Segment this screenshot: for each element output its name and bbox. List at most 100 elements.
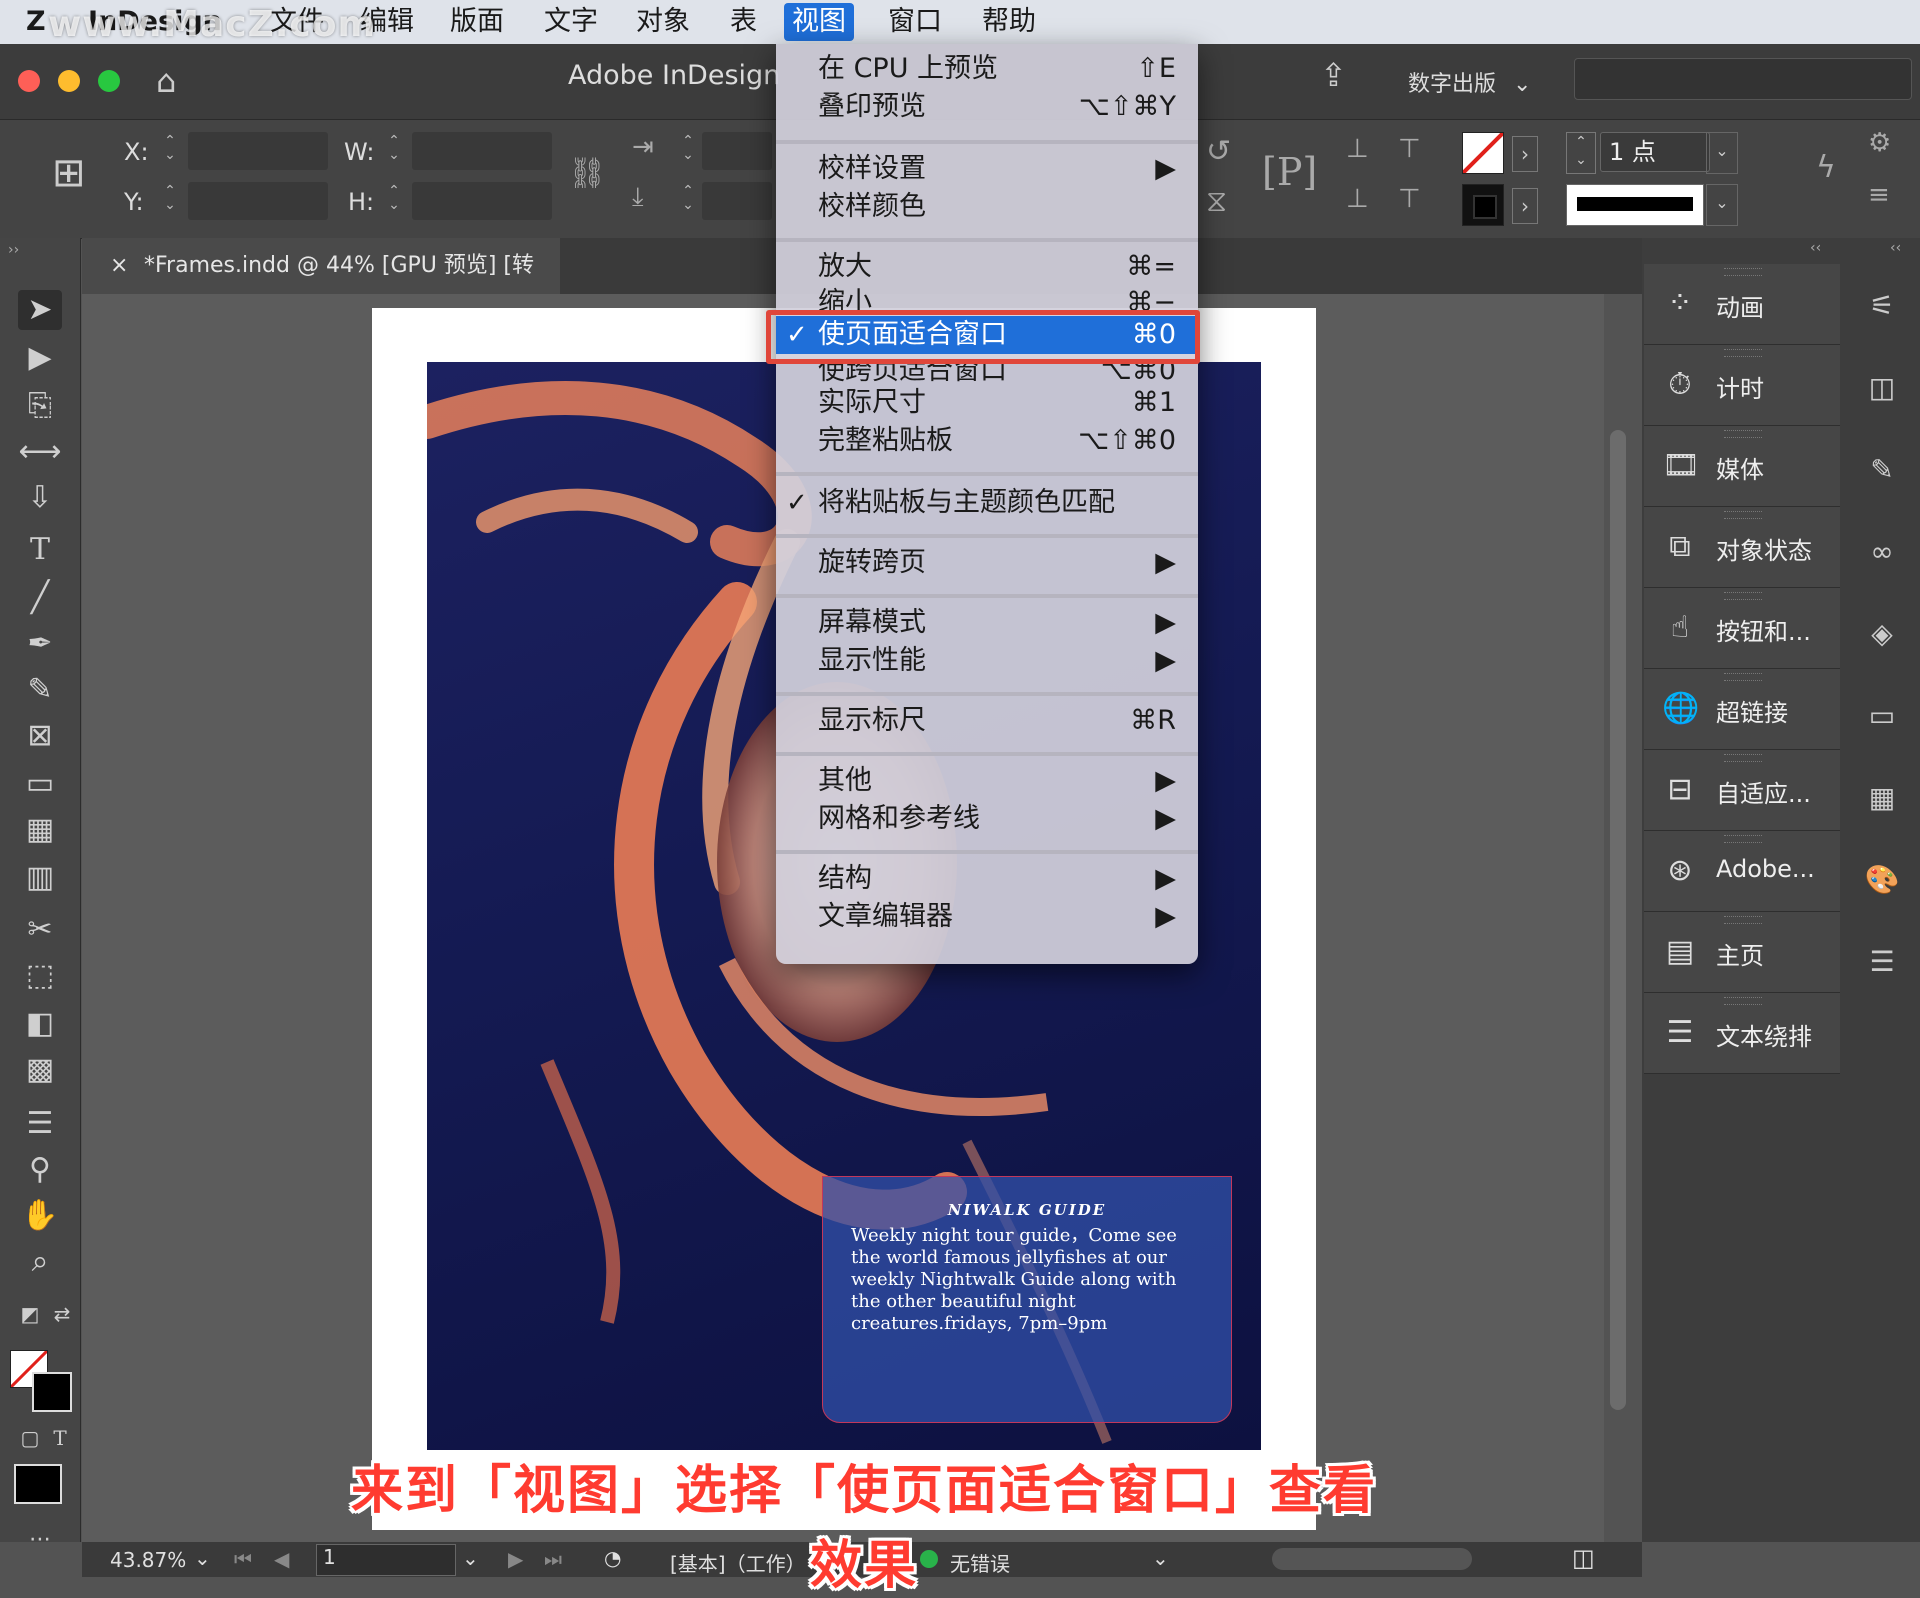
- rotate-icon[interactable]: ↺: [1206, 134, 1231, 169]
- libraries-icon[interactable]: ◫: [1862, 368, 1902, 408]
- lightning-icon[interactable]: ϟ: [1816, 150, 1836, 185]
- menu-item-cpu-preview[interactable]: 在 CPU 上预览 ⇧E: [776, 50, 1198, 88]
- h-field[interactable]: [412, 182, 552, 220]
- rectangle-frame-tool-icon[interactable]: ⊠: [18, 716, 62, 756]
- direct-selection-tool-icon[interactable]: ▶: [18, 338, 62, 378]
- layers-icon[interactable]: ◈: [1862, 614, 1902, 654]
- menu-item-actual-size[interactable]: 实际尺寸 ⌘1: [776, 384, 1198, 422]
- menu-view[interactable]: 视图: [784, 3, 854, 41]
- paragraph-style-icon[interactable]: [P]: [1262, 150, 1317, 194]
- panel-media[interactable]: 🎞 媒体: [1644, 426, 1840, 507]
- rectangle-tool-icon[interactable]: ▭: [18, 764, 62, 804]
- stroke-icon[interactable]: ☰: [1862, 942, 1902, 982]
- stroke-type-field[interactable]: [1566, 184, 1704, 226]
- fill-chevron-icon[interactable]: ›: [1512, 136, 1538, 172]
- zoom-dropdown-icon[interactable]: ⌄: [194, 1546, 211, 1570]
- workspace-switcher[interactable]: 数字出版 ⌄: [1408, 66, 1531, 98]
- select-content-icon[interactable]: ⊥: [1346, 184, 1369, 214]
- scale-x-field[interactable]: [702, 132, 772, 170]
- panel-timing[interactable]: ⏱ 计时: [1644, 345, 1840, 426]
- color-icon[interactable]: 🎨: [1862, 860, 1902, 900]
- menu-item-structure[interactable]: 结构 ▶: [776, 860, 1198, 898]
- menu-item-zoom-in[interactable]: 放大 ⌘=: [776, 248, 1198, 286]
- flip-icon[interactable]: ⧖: [1206, 184, 1227, 219]
- scale-y-field[interactable]: [702, 182, 772, 220]
- panel-grip[interactable]: [1724, 349, 1762, 357]
- gear-icon[interactable]: ⚙: [1868, 128, 1891, 158]
- zoom-tool-icon[interactable]: ⌕: [18, 1242, 62, 1282]
- y-field[interactable]: [188, 182, 328, 220]
- menu-object[interactable]: 对象: [628, 3, 698, 41]
- stroke-chevron-icon[interactable]: ›: [1512, 188, 1538, 224]
- gap-tool-icon[interactable]: ⟷: [18, 432, 62, 472]
- gradient-feather-tool-icon[interactable]: ▩: [18, 1050, 62, 1090]
- zoom-level[interactable]: 43.87%: [110, 1548, 186, 1572]
- close-tab-icon[interactable]: ×: [110, 238, 128, 294]
- collapse-panels-icon[interactable]: ‹‹: [1810, 240, 1821, 256]
- panel-grip[interactable]: [1724, 673, 1762, 681]
- search-field[interactable]: [1574, 58, 1912, 100]
- scissors-tool-icon[interactable]: ✂: [18, 910, 62, 950]
- panel-animation[interactable]: ⁘ 动画: [1644, 264, 1840, 345]
- h-stepper[interactable]: ⌃ ⌄: [384, 184, 404, 212]
- note-tool-icon[interactable]: ☰: [18, 1104, 62, 1144]
- w-field[interactable]: [412, 132, 552, 170]
- panel-grip[interactable]: [1724, 835, 1762, 843]
- menu-item-story-editor[interactable]: 文章编辑器 ▶: [776, 898, 1198, 936]
- menu-type[interactable]: 文字: [536, 3, 606, 41]
- panel-text-wrap[interactable]: ☰ 文本绕排: [1644, 993, 1840, 1074]
- panel-grip[interactable]: [1724, 511, 1762, 519]
- menu-item-show-rulers[interactable]: 显示标尺 ⌘R: [776, 702, 1198, 740]
- panel-menu-icon[interactable]: ≡: [1868, 180, 1890, 210]
- pen-tool-icon[interactable]: ✒: [18, 624, 62, 664]
- menu-item-rotate-spread[interactable]: 旋转跨页 ▶: [776, 544, 1198, 582]
- panel-grip[interactable]: [1724, 592, 1762, 600]
- menu-item-proof-colors[interactable]: 校样颜色: [776, 188, 1198, 226]
- panel-grip[interactable]: [1724, 268, 1762, 276]
- type-tool-icon[interactable]: T: [18, 530, 62, 570]
- page-tool-icon[interactable]: ⎘: [18, 386, 62, 426]
- menu-item-match-pasteboard-theme[interactable]: ✓ 将粘贴板与主题颜色匹配: [776, 484, 1198, 522]
- first-page-icon[interactable]: ⏮: [234, 1547, 252, 1571]
- panel-object-states[interactable]: ⧉ 对象状态: [1644, 507, 1840, 588]
- stroke-weight-dropdown[interactable]: ⌄: [1706, 132, 1738, 174]
- vertical-scrollbar[interactable]: [1610, 430, 1626, 1410]
- panel-hyperlinks[interactable]: 🌐 超链接: [1644, 669, 1840, 750]
- menu-item-zoom-out[interactable]: 缩小 ⌘−: [776, 284, 1198, 310]
- stroke-weight-field[interactable]: 1 点: [1600, 132, 1710, 172]
- more-tools-icon[interactable]: ⋯: [18, 1520, 62, 1560]
- split-view-icon[interactable]: ◫: [1572, 1544, 1595, 1572]
- zoom-window-button[interactable]: [98, 70, 120, 92]
- swap-colors-icon[interactable]: ⇄: [40, 1294, 84, 1334]
- share-icon[interactable]: ⇪: [1320, 56, 1347, 94]
- fill-swatch[interactable]: [1461, 131, 1505, 175]
- collapse-right-dock-icon[interactable]: ‹‹: [1890, 240, 1901, 256]
- reference-point-icon[interactable]: ⊞: [52, 150, 102, 200]
- free-transform-tool-icon[interactable]: ⬚: [18, 956, 62, 996]
- previous-page-icon[interactable]: ◀: [274, 1547, 289, 1571]
- x-stepper[interactable]: ⌃ ⌄: [160, 134, 180, 162]
- table-tool-icon[interactable]: ▦: [18, 810, 62, 850]
- panel-adobe[interactable]: ⊛ Adobe...: [1644, 831, 1840, 912]
- panel-grip[interactable]: [1724, 916, 1762, 924]
- selection-tool-icon[interactable]: ➤: [18, 290, 62, 330]
- menu-item-overprint-preview[interactable]: 叠印预览 ⌥⇧⌘Y: [776, 88, 1198, 126]
- menu-table[interactable]: 表: [722, 3, 765, 41]
- menu-item-screen-mode[interactable]: 屏幕模式 ▶: [776, 604, 1198, 642]
- panel-grip[interactable]: [1724, 430, 1762, 438]
- scale-x-stepper[interactable]: ⌃ ⌄: [678, 134, 698, 162]
- select-container-icon[interactable]: ⊥: [1346, 134, 1369, 164]
- swatches-icon[interactable]: ▦: [1862, 778, 1902, 818]
- eyedropper-tool-icon[interactable]: ⚲: [18, 1150, 62, 1190]
- stroke-swatch[interactable]: [1462, 184, 1504, 226]
- gradient-swatch-tool-icon[interactable]: ◧: [18, 1004, 62, 1044]
- minimize-window-button[interactable]: [58, 70, 80, 92]
- close-window-button[interactable]: [18, 70, 40, 92]
- w-stepper[interactable]: ⌃ ⌄: [384, 134, 404, 162]
- links-icon[interactable]: ∞: [1862, 532, 1902, 572]
- select-next-icon[interactable]: ⊤: [1398, 184, 1421, 214]
- menu-item-display-performance[interactable]: 显示性能 ▶: [776, 642, 1198, 680]
- properties-icon[interactable]: ⚟: [1862, 286, 1902, 326]
- grid-tool-icon[interactable]: ▥: [18, 858, 62, 898]
- content-collector-icon[interactable]: ⇩: [18, 478, 62, 518]
